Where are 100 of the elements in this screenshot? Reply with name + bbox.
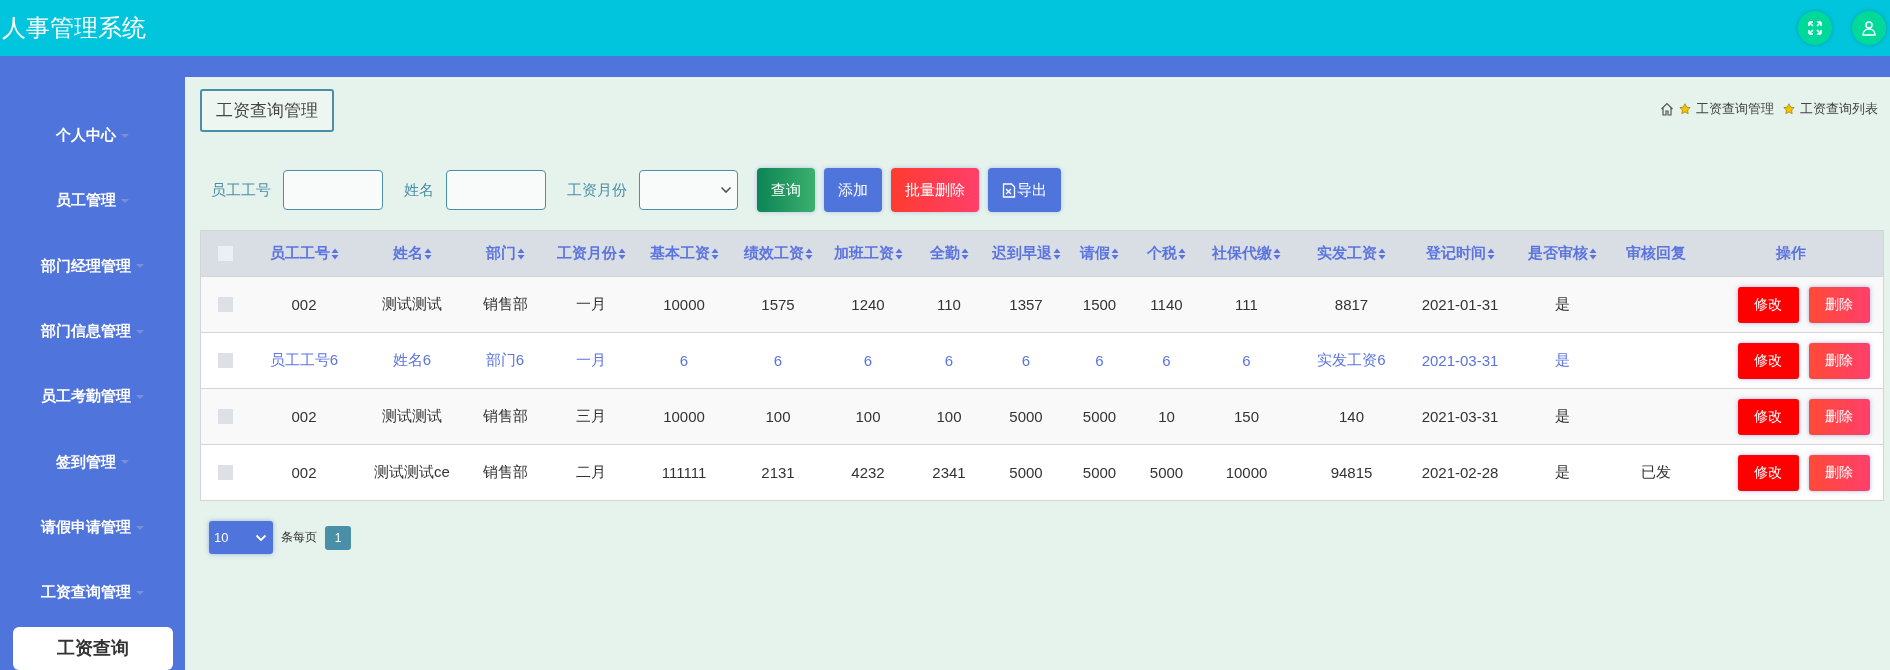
column-header[interactable]: 部门: [465, 231, 545, 276]
table-cell: 2341: [932, 464, 966, 481]
table-cell: 测试测试: [382, 295, 442, 314]
column-header[interactable]: 员工工号: [249, 231, 359, 276]
table-cell: 测试测试ce: [374, 463, 450, 482]
sort-icon: [710, 247, 719, 260]
column-header[interactable]: 社保代缴: [1199, 231, 1294, 276]
chevron-down-icon: [255, 533, 267, 542]
table-cell: 6: [1242, 352, 1251, 369]
table-cell: 是: [1554, 351, 1570, 370]
table-cell: 员工工号6: [269, 351, 339, 370]
table-cell: 6: [1021, 352, 1031, 369]
sidebar-menu-item[interactable]: 签到管理: [0, 429, 185, 495]
table-cell: 6: [679, 352, 689, 369]
table-cell: 1240: [851, 296, 885, 313]
column-header[interactable]: 个税: [1134, 231, 1199, 276]
row-checkbox[interactable]: [217, 465, 233, 480]
row-checkbox[interactable]: [217, 353, 233, 368]
edit-button[interactable]: 修改: [1737, 286, 1799, 323]
column-header[interactable]: 绩效工资: [731, 231, 825, 276]
table-cell: 100: [855, 408, 881, 425]
row-checkbox[interactable]: [217, 409, 233, 424]
per-page-label: 条每页: [281, 529, 317, 546]
column-header[interactable]: 加班工资: [825, 231, 911, 276]
table-cell: 2021-02-28: [1421, 464, 1499, 481]
caret-icon: [119, 197, 130, 204]
column-header[interactable]: 全勤: [911, 231, 987, 276]
row-checkbox[interactable]: [217, 297, 233, 312]
delete-button[interactable]: 删除: [1808, 454, 1870, 491]
fullscreen-button[interactable]: [1798, 11, 1832, 45]
column-header[interactable]: 基本工资: [637, 231, 731, 276]
sort-icon: [1273, 247, 1281, 260]
sort-icon: [1052, 247, 1061, 260]
home-icon: [1660, 101, 1674, 116]
sidebar-menu-item[interactable]: 部门经理管理: [0, 233, 185, 299]
table-cell: 100: [936, 408, 962, 425]
breadcrumb-link[interactable]: 工资查询管理: [1696, 99, 1774, 118]
sidebar-menu-item[interactable]: 个人中心: [0, 103, 185, 169]
table-cell: 110: [937, 296, 961, 313]
input-field[interactable]: [446, 170, 546, 210]
user-button[interactable]: [1852, 11, 1886, 45]
delete-button[interactable]: 删除: [1808, 342, 1870, 379]
table-cell: 销售部: [482, 463, 528, 482]
chevron-down-icon: [720, 186, 732, 194]
table-cell: 100: [765, 408, 791, 425]
sidebar-menu-item[interactable]: 部门信息管理: [0, 298, 185, 365]
delete-button[interactable]: 删除: [1808, 398, 1870, 435]
search-button[interactable]: 查询: [757, 168, 815, 212]
table-cell: 6: [773, 352, 783, 369]
month-select[interactable]: [639, 170, 738, 210]
edit-button[interactable]: 修改: [1737, 398, 1799, 435]
table-cell: 1575: [761, 296, 795, 313]
sidebar-menu-item[interactable]: 员工管理: [0, 168, 185, 234]
table-cell: 111111: [661, 464, 707, 481]
column-header[interactable]: 是否审核: [1511, 231, 1613, 276]
sidebar-menu-item[interactable]: 请假申请管理: [0, 494, 185, 561]
expand-arrows-icon: [1807, 20, 1823, 36]
table-cell: 二月: [576, 463, 606, 482]
sidebar-menu-item[interactable]: 员工考勤管理: [0, 364, 185, 430]
column-header[interactable]: 实发工资: [1294, 231, 1409, 276]
export-button[interactable]: 导出: [988, 168, 1061, 212]
input-field[interactable]: [283, 170, 383, 210]
table-cell: 002: [291, 464, 317, 481]
delete-button[interactable]: 删除: [1808, 286, 1870, 323]
user-icon: [1861, 20, 1877, 36]
sort-icon: [960, 247, 969, 260]
sort-icon: [1588, 247, 1597, 260]
edit-button[interactable]: 修改: [1737, 342, 1799, 379]
table-cell: 测试测试: [382, 407, 442, 426]
table-cell: 002: [291, 408, 317, 425]
table-cell: 6: [1162, 352, 1171, 369]
table-cell: 是: [1554, 295, 1570, 314]
app-title: 人事管理系统: [2, 13, 146, 43]
table-cell: 10: [1158, 408, 1175, 425]
sort-icon: [894, 247, 903, 260]
table-cell: 2131: [761, 464, 795, 481]
table-cell: 一月: [576, 295, 606, 314]
column-header[interactable]: 姓名: [359, 231, 465, 276]
add-button[interactable]: 添加: [824, 168, 882, 212]
sidebar-submenu-item[interactable]: 工资查询: [12, 626, 173, 670]
table-cell: 6: [863, 352, 873, 369]
column-header[interactable]: 登记时间: [1409, 231, 1511, 276]
page-button[interactable]: 1: [325, 525, 351, 550]
column-header[interactable]: 请假: [1065, 231, 1134, 276]
caret-icon: [134, 393, 145, 400]
column-header[interactable]: 迟到早退: [987, 231, 1065, 276]
page-size-select[interactable]: 10: [209, 521, 273, 554]
table-cell: 销售部: [482, 295, 528, 314]
column-header[interactable]: 工资月份: [545, 231, 637, 276]
delete-button[interactable]: 批量删除: [891, 168, 979, 212]
sidebar-menu-item[interactable]: 工资查询管理: [0, 560, 185, 626]
table-cell: 150: [1234, 408, 1259, 425]
edit-button[interactable]: 修改: [1737, 454, 1799, 491]
table-cell: 94815: [1330, 464, 1373, 481]
breadcrumb-link[interactable]: 工资查询列表: [1800, 99, 1878, 118]
table-cell: 8817: [1334, 296, 1369, 313]
table-cell: 2021-01-31: [1421, 296, 1499, 313]
caret-icon: [134, 589, 145, 596]
page-title: 工资查询管理: [200, 89, 334, 132]
file-icon: [1002, 182, 1016, 198]
